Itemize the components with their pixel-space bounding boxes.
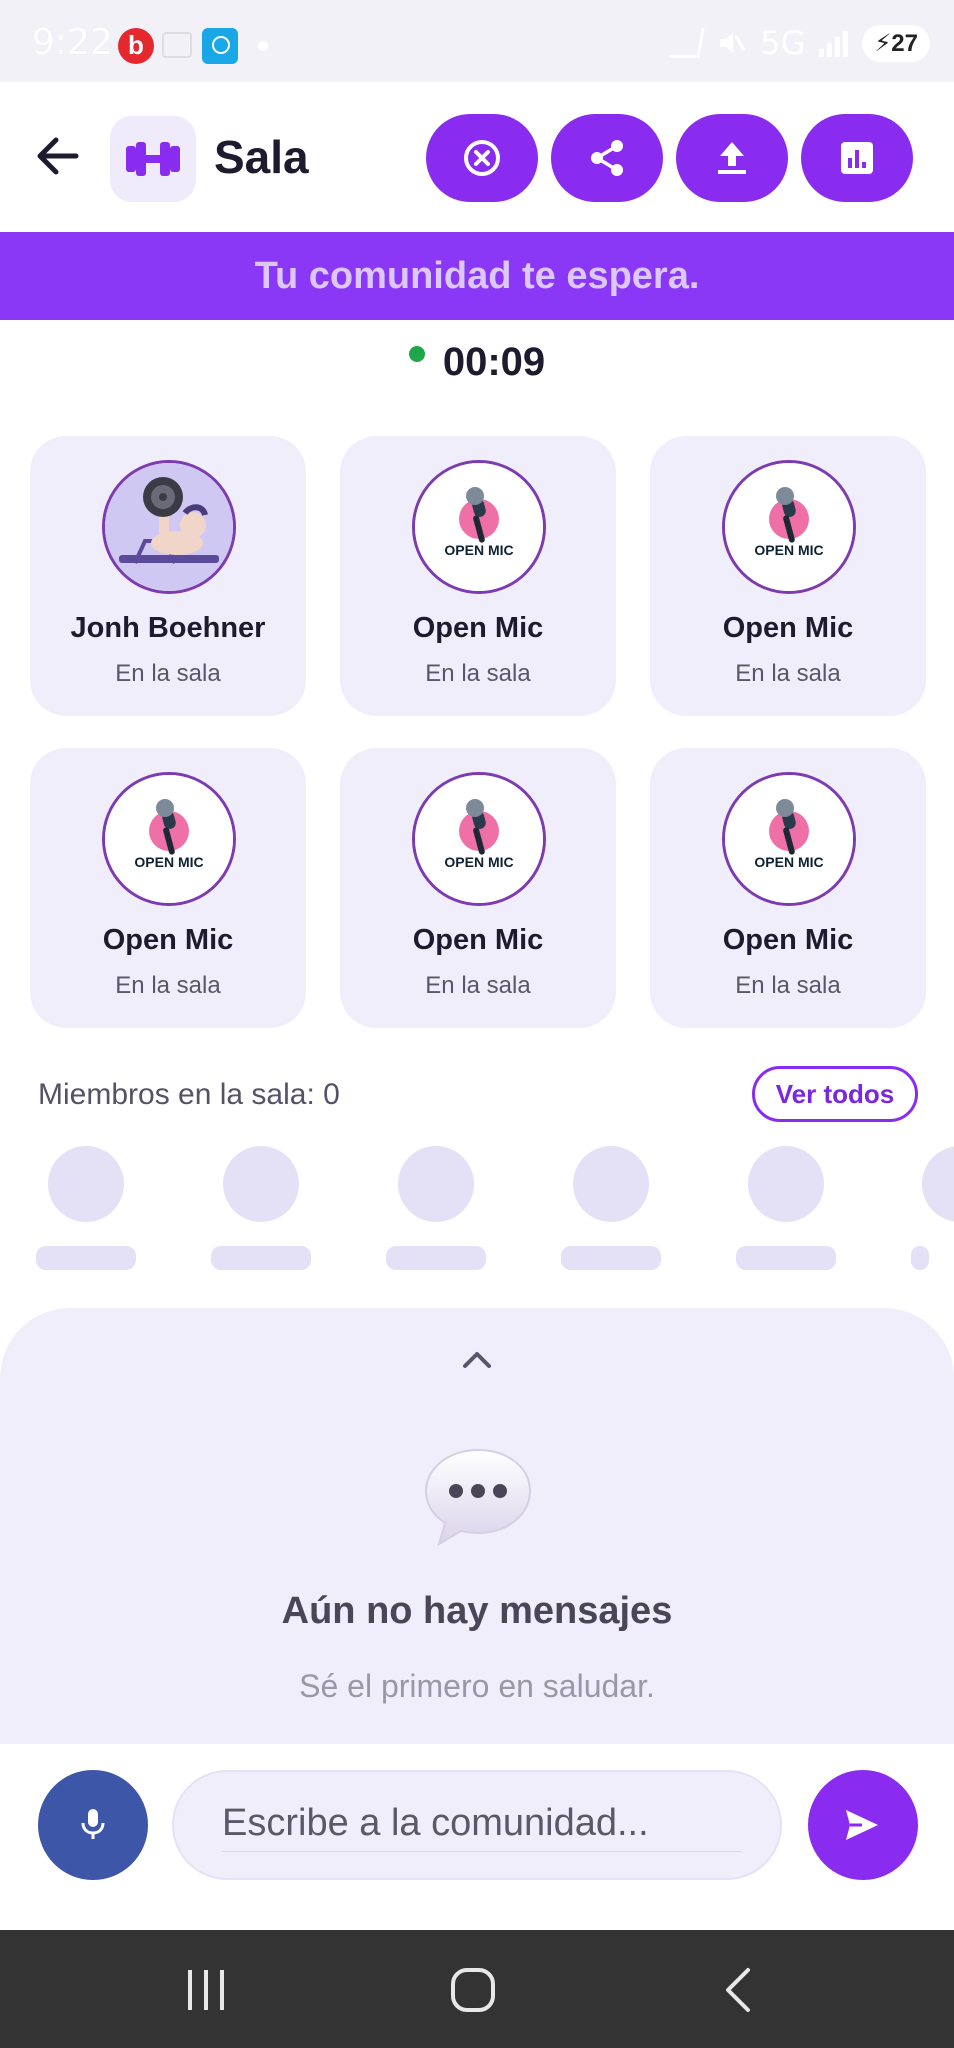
bar-chart-icon [841, 142, 873, 174]
session-timer: 00:09 [0, 340, 954, 385]
home-button[interactable] [443, 1960, 503, 2020]
system-navigation-bar [0, 1930, 954, 2048]
participant-name: Open Mic [412, 924, 544, 956]
mail-icon [162, 32, 192, 58]
send-button[interactable] [808, 1770, 918, 1880]
microphone-icon [81, 1809, 105, 1839]
stats-button[interactable] [801, 114, 913, 202]
participant-status: En la sala [735, 660, 841, 687]
participant-name: Open Mic [102, 924, 234, 956]
member-avatar-placeholder [223, 1146, 299, 1222]
open-mic-logo: OPEN MIC [412, 772, 546, 906]
page-title: Sala [214, 131, 309, 183]
home-icon [451, 1968, 495, 2012]
signal-icon [819, 29, 849, 57]
member-avatar-placeholder [398, 1146, 474, 1222]
member-name-placeholder [911, 1246, 929, 1270]
participant-status: En la sala [735, 972, 841, 999]
member-name-placeholder [386, 1246, 486, 1270]
svg-text:OPEN MIC: OPEN MIC [444, 542, 513, 558]
members-count-label: Miembros en la sala: 0 [38, 1078, 340, 1111]
close-circle-icon [464, 140, 500, 176]
nfc-icon [669, 28, 705, 58]
system-back-button[interactable] [710, 1960, 770, 2020]
battery-level: 27 [891, 29, 918, 57]
participant-name: Open Mic [722, 612, 854, 644]
open-mic-logo: OPEN MIC [722, 460, 856, 594]
back-chevron-icon [726, 1968, 750, 2012]
beats-app-icon: b [118, 28, 154, 64]
share-button[interactable] [551, 114, 663, 202]
participant-name: Open Mic [412, 612, 544, 644]
member-avatar-placeholder [48, 1146, 124, 1222]
message-input-wrapper [172, 1770, 782, 1880]
live-indicator-dot [408, 346, 425, 363]
member-name-placeholder [736, 1246, 836, 1270]
member-name-placeholder [211, 1246, 311, 1270]
expand-chat-button[interactable] [461, 1348, 493, 1375]
upload-icon [718, 142, 746, 174]
member-avatar-placeholder [573, 1146, 649, 1222]
status-bar: 9:22 b 5G ⚡27 [0, 0, 954, 82]
battery-charging-icon: ⚡27 [862, 24, 930, 62]
back-button[interactable] [28, 124, 92, 188]
community-banner: Tu comunidad te espera. [0, 232, 954, 320]
arrow-left-icon [37, 137, 79, 175]
participant-name: Open Mic [722, 924, 854, 956]
network-type: 5G [760, 24, 806, 62]
participant-name: Jonh Boehner [70, 612, 266, 644]
notification-dot [258, 41, 268, 51]
empty-chat-subtitle: Sé el primero en saludar. [299, 1668, 655, 1704]
avatar [102, 460, 236, 594]
svg-text:OPEN MIC: OPEN MIC [134, 854, 203, 870]
share-icon [591, 140, 623, 176]
participant-status: En la sala [115, 972, 221, 999]
room-icon [110, 116, 196, 202]
speech-bubble-icon [422, 1446, 534, 1553]
status-right: 5G ⚡27 [669, 24, 930, 62]
see-all-members-button[interactable]: Ver todos [752, 1066, 918, 1122]
camera-app-icon [202, 28, 238, 64]
upload-button[interactable] [676, 114, 788, 202]
dumbbell-icon [126, 142, 180, 176]
banner-text: Tu comunidad te espera. [254, 255, 700, 297]
send-icon [846, 1810, 878, 1840]
chat-panel: Aún no hay mensajes Sé el primero en sal… [0, 1308, 954, 1744]
open-mic-logo: OPEN MIC [412, 460, 546, 594]
member-name-placeholder [36, 1246, 136, 1270]
message-input[interactable] [222, 1796, 742, 1852]
member-name-placeholder [561, 1246, 661, 1270]
svg-text:OPEN MIC: OPEN MIC [754, 854, 823, 870]
mute-icon [720, 33, 746, 53]
svg-text:OPEN MIC: OPEN MIC [754, 542, 823, 558]
empty-chat-title: Aún no hay mensajes [281, 1590, 673, 1632]
participant-card[interactable]: OPEN MIC Open Mic En la sala [650, 436, 926, 716]
open-mic-logo: OPEN MIC [102, 772, 236, 906]
participant-card[interactable]: OPEN MIC Open Mic En la sala [340, 748, 616, 1028]
participant-status: En la sala [115, 660, 221, 687]
participant-card[interactable]: Jonh Boehner En la sala [30, 436, 306, 716]
voice-message-button[interactable] [38, 1770, 148, 1880]
chevron-up-icon [463, 1352, 491, 1368]
participant-card[interactable]: OPEN MIC Open Mic En la sala [30, 748, 306, 1028]
participant-status: En la sala [425, 972, 531, 999]
open-mic-logo: OPEN MIC [722, 772, 856, 906]
timer-value: 00:09 [442, 340, 546, 384]
recent-apps-icon [188, 1970, 224, 2010]
app-header: Sala [0, 82, 954, 232]
participant-card[interactable]: OPEN MIC Open Mic En la sala [650, 748, 926, 1028]
recent-apps-button[interactable] [176, 1960, 236, 2020]
status-time: 9:22 [32, 22, 113, 63]
message-composer [0, 1744, 954, 1930]
svg-text:OPEN MIC: OPEN MIC [444, 854, 513, 870]
close-room-button[interactable] [426, 114, 538, 202]
member-avatar-placeholder [922, 1146, 954, 1222]
member-avatar-placeholder [748, 1146, 824, 1222]
participant-card[interactable]: OPEN MIC Open Mic En la sala [340, 436, 616, 716]
participant-status: En la sala [425, 660, 531, 687]
